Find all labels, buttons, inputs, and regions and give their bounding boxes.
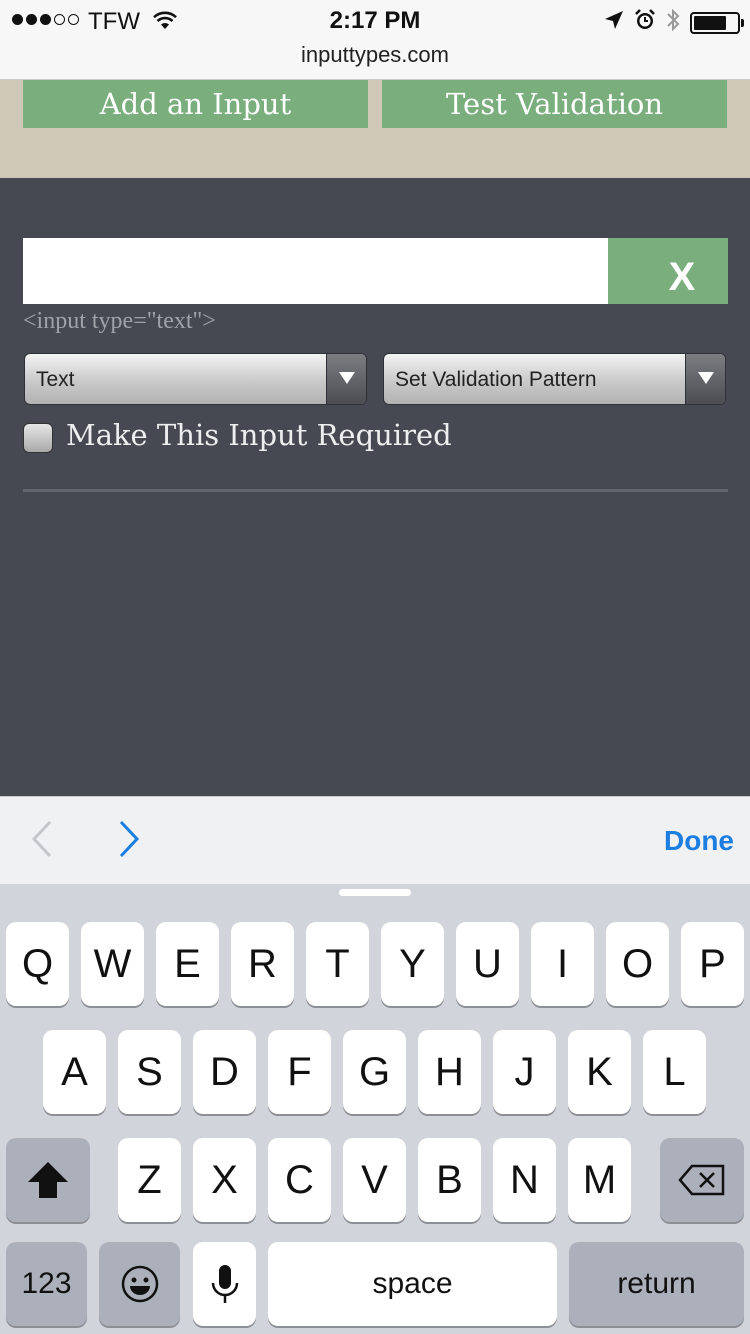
keyboard: 123 space return QWERTYUIOP ASDFGHJKL ZXCV…: [0, 884, 750, 1334]
key-k[interactable]: K: [568, 1030, 631, 1114]
key-x[interactable]: X: [193, 1138, 256, 1222]
microphone-icon: [211, 1265, 238, 1303]
bluetooth-icon: [666, 8, 680, 37]
test-validation-button[interactable]: Test Validation: [382, 80, 727, 128]
key-c[interactable]: C: [268, 1138, 331, 1222]
key-j[interactable]: J: [493, 1030, 556, 1114]
text-input[interactable]: [23, 238, 608, 304]
url-bar[interactable]: inputtypes.com: [0, 42, 750, 68]
input-type-select[interactable]: Text: [24, 353, 367, 405]
validation-pattern-value: Set Validation Pattern: [395, 368, 597, 391]
key-u[interactable]: U: [456, 922, 519, 1006]
key-e[interactable]: E: [156, 922, 219, 1006]
numbers-key[interactable]: 123: [6, 1242, 87, 1326]
done-button[interactable]: Done: [664, 825, 734, 857]
key-y[interactable]: Y: [381, 922, 444, 1006]
status-bar: TFW 2:17 PM inputtypes.com: [0, 0, 750, 80]
key-z[interactable]: Z: [118, 1138, 181, 1222]
dropdown-arrow-icon: [326, 354, 366, 404]
delete-key[interactable]: [660, 1138, 744, 1222]
status-row: TFW 2:17 PM: [0, 0, 750, 40]
shift-icon: [28, 1162, 68, 1198]
key-f[interactable]: F: [268, 1030, 331, 1114]
key-n[interactable]: N: [493, 1138, 556, 1222]
battery-level: [694, 15, 726, 30]
key-t[interactable]: T: [306, 922, 369, 1006]
key-d[interactable]: D: [193, 1030, 256, 1114]
chevron-right-icon[interactable]: [113, 819, 143, 859]
add-input-button[interactable]: Add an Input: [23, 80, 368, 128]
space-key[interactable]: space: [268, 1242, 557, 1326]
key-b[interactable]: B: [418, 1138, 481, 1222]
key-g[interactable]: G: [343, 1030, 406, 1114]
key-q[interactable]: Q: [6, 922, 69, 1006]
key-m[interactable]: M: [568, 1138, 631, 1222]
key-p[interactable]: P: [681, 922, 744, 1006]
location-arrow-icon: [604, 10, 624, 35]
key-s[interactable]: S: [118, 1030, 181, 1114]
input-code-label: <input type="text">: [23, 308, 216, 334]
key-r[interactable]: R: [231, 922, 294, 1006]
key-h[interactable]: H: [418, 1030, 481, 1114]
validation-pattern-select[interactable]: Set Validation Pattern: [383, 353, 726, 405]
input-row: X: [23, 238, 728, 304]
key-a[interactable]: A: [43, 1030, 106, 1114]
remove-input-button[interactable]: X: [608, 238, 728, 304]
return-key[interactable]: return: [569, 1242, 744, 1326]
dropdown-arrow-icon: [685, 354, 725, 404]
alarm-icon: [634, 9, 656, 36]
battery-icon: [690, 11, 744, 34]
key-v[interactable]: V: [343, 1138, 406, 1222]
status-icons: [604, 8, 744, 37]
key-i[interactable]: I: [531, 922, 594, 1006]
emoji-icon: [121, 1265, 158, 1303]
chevron-left-icon[interactable]: [28, 819, 58, 859]
key-o[interactable]: O: [606, 922, 669, 1006]
dictation-key[interactable]: [193, 1242, 256, 1326]
required-checkbox[interactable]: [23, 423, 53, 453]
emoji-key[interactable]: [99, 1242, 180, 1326]
input-type-value: Text: [36, 368, 75, 391]
required-label[interactable]: Make This Input Required: [66, 418, 452, 452]
divider: [23, 489, 728, 492]
key-w[interactable]: W: [81, 922, 144, 1006]
keyboard-handle: [339, 889, 411, 896]
keyboard-accessory-bar: Done: [0, 796, 750, 884]
key-l[interactable]: L: [643, 1030, 706, 1114]
shift-key[interactable]: [6, 1138, 90, 1222]
delete-icon: [678, 1164, 725, 1196]
